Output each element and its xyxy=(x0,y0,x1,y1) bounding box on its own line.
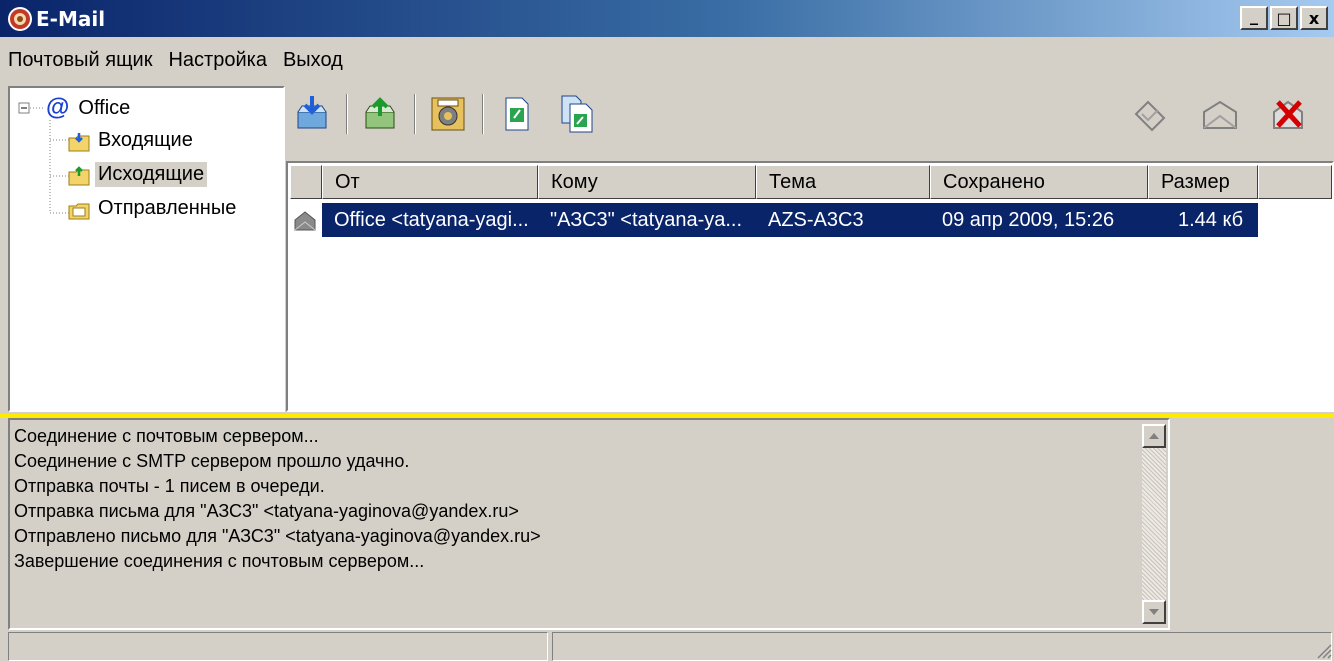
cell-from: Office <tatyana-yagi... xyxy=(322,203,538,237)
message-list: От Кому Тема Сохранено Размер Office <ta… xyxy=(286,161,1334,412)
menu-mailbox[interactable]: Почтовый ящик xyxy=(0,49,160,72)
cell-size: 1.44 кб xyxy=(1148,203,1258,237)
log-line: Соединение с SMTP сервером прошло удачно… xyxy=(14,451,410,471)
column-header-to[interactable]: Кому xyxy=(538,165,756,199)
cell-saved: 09 апр 2009, 15:26 xyxy=(930,203,1148,237)
reply-button[interactable] xyxy=(1130,94,1170,134)
delete-icon xyxy=(1273,100,1303,129)
new-message-icon xyxy=(505,97,529,131)
log-pane: Соединение с почтовым сервером... Соедин… xyxy=(8,418,1170,630)
toolbar xyxy=(288,86,1334,161)
delete-button[interactable] xyxy=(1268,94,1308,134)
new-message-button[interactable] xyxy=(496,94,536,134)
toolbar-separator xyxy=(482,94,484,134)
cell-subject: AZS-A3C3 xyxy=(756,203,930,237)
at-sign-icon: @ xyxy=(46,94,70,121)
close-button[interactable]: x xyxy=(1300,6,1328,30)
log-scrollbar[interactable] xyxy=(1142,424,1166,624)
maximize-icon: □ xyxy=(1276,8,1292,28)
column-header-subject[interactable]: Тема xyxy=(756,165,930,199)
sent-folder-icon xyxy=(68,200,90,220)
status-panel-left xyxy=(8,632,548,661)
copy-message-icon xyxy=(561,95,593,133)
settings-button[interactable] xyxy=(428,94,468,134)
receive-mail-button[interactable] xyxy=(292,94,332,134)
forward-button[interactable] xyxy=(1200,94,1240,134)
expand-collapse-icon[interactable] xyxy=(18,101,32,115)
tree-node-inbox[interactable]: Входящие xyxy=(68,128,196,153)
column-header-icon[interactable] xyxy=(290,165,322,199)
log-line: Отправлено письмо для "АЗС3" <tatyana-ya… xyxy=(14,526,541,546)
scroll-down-button[interactable] xyxy=(1142,600,1166,624)
window-title: E-Mail xyxy=(36,6,106,31)
status-bar xyxy=(0,632,1334,661)
minimize-button[interactable]: _ xyxy=(1240,6,1268,30)
reply-icon xyxy=(1134,100,1166,132)
tree-label-sent: Отправленные xyxy=(98,197,237,219)
menu-settings[interactable]: Настройка xyxy=(160,49,274,72)
outbox-folder-icon xyxy=(68,166,90,186)
column-header-from[interactable]: От xyxy=(322,165,538,199)
scroll-up-button[interactable] xyxy=(1142,424,1166,448)
cell-to: "АЗС3" <tatyana-ya... xyxy=(538,203,756,237)
triangle-up-icon xyxy=(1149,433,1159,439)
triangle-down-icon xyxy=(1149,609,1159,615)
menu-exit[interactable]: Выход xyxy=(275,49,351,72)
column-header-size[interactable]: Размер xyxy=(1148,165,1258,199)
column-header-saved[interactable]: Сохранено xyxy=(930,165,1148,199)
tree-label-account: Office xyxy=(78,96,131,119)
forward-icon xyxy=(1203,100,1237,129)
send-mail-button[interactable] xyxy=(360,94,400,134)
tree-label-inbox: Входящие xyxy=(98,129,193,151)
log-line: Отправка почты - 1 писем в очереди. xyxy=(14,476,325,496)
send-mail-icon xyxy=(365,97,395,129)
receive-mail-icon xyxy=(297,96,327,129)
title-bar: E-Mail _ □ x xyxy=(0,0,1334,37)
maximize-button[interactable]: □ xyxy=(1270,6,1298,30)
app-icon xyxy=(8,6,32,31)
tree-label-outbox: Исходящие xyxy=(95,162,208,187)
settings-icon xyxy=(431,97,465,131)
copy-message-button[interactable] xyxy=(556,94,596,134)
toolbar-separator xyxy=(346,94,348,134)
toolbar-separator xyxy=(414,94,416,134)
close-icon: x xyxy=(1308,8,1320,28)
folder-tree: @ Office Входящие Исходящие Отправленные xyxy=(8,86,285,412)
menu-bar: Почтовый ящик Настройка Выход xyxy=(0,37,1334,83)
tree-node-account[interactable]: @ Office xyxy=(18,94,133,122)
tree-node-sent[interactable]: Отправленные xyxy=(68,196,239,221)
log-line: Отправка письма для "АЗС3" <tatyana-yagi… xyxy=(14,501,519,521)
log-line: Завершение соединения с почтовым серверо… xyxy=(14,551,425,571)
tree-node-outbox[interactable]: Исходящие xyxy=(68,162,208,187)
status-panel-right xyxy=(552,632,1332,661)
inbox-folder-icon xyxy=(68,132,90,152)
message-status-icon xyxy=(290,203,320,237)
resize-grip-icon[interactable] xyxy=(1314,641,1332,659)
minimize-icon: _ xyxy=(1250,5,1258,25)
log-line: Соединение с почтовым сервером... xyxy=(14,426,319,446)
column-header-filler xyxy=(1258,165,1332,199)
